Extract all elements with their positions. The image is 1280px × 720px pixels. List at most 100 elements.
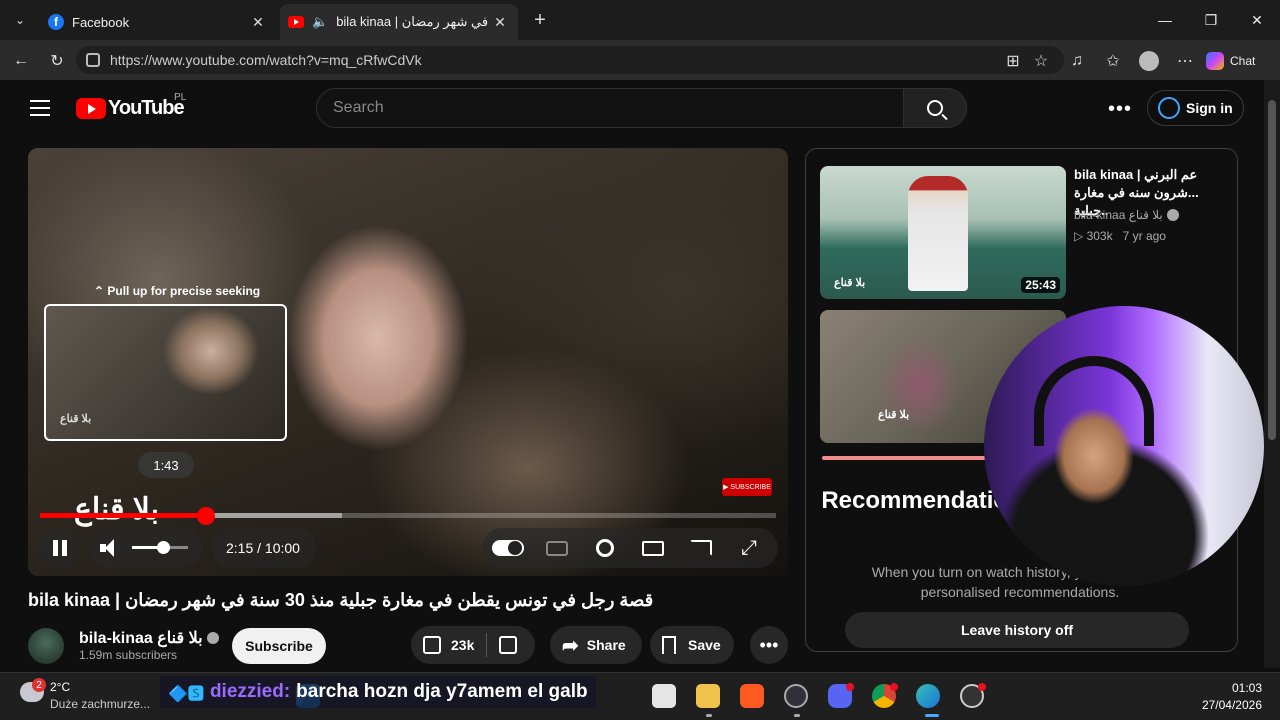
brave-browser-icon[interactable]: [740, 684, 764, 708]
discord-notification-dot: [846, 683, 854, 691]
store-icon[interactable]: [652, 684, 676, 708]
weather-badge: 2: [32, 678, 46, 692]
chat-user-badge: 🔷🆂: [168, 686, 204, 703]
new-tab-icon[interactable]: +: [528, 8, 552, 32]
clock-time: 01:03: [1231, 681, 1262, 695]
url-text: https://www.youtube.com/watch?v=mq_cRfwC…: [110, 52, 422, 68]
autoplay-toggle[interactable]: [492, 540, 524, 556]
url-field[interactable]: https://www.youtube.com/watch?v=mq_cRfwC…: [76, 46, 1064, 74]
profile-icon[interactable]: [1136, 48, 1162, 74]
edge-icon[interactable]: [916, 684, 940, 708]
chat-message: barcha hozn dja y7amem el galb: [296, 681, 588, 702]
settings-gear-icon[interactable]: [593, 536, 617, 560]
volume-icon[interactable]: [100, 539, 122, 557]
share-button[interactable]: ➦ Share: [550, 626, 642, 664]
pause-icon[interactable]: [52, 540, 68, 556]
more-actions-icon[interactable]: •••: [750, 626, 788, 664]
progress-bar[interactable]: [40, 513, 776, 518]
seek-preview-time: 1:43: [138, 452, 194, 478]
scrollbar-thumb[interactable]: [1268, 100, 1276, 440]
copilot-icon: [1206, 52, 1224, 70]
back-icon[interactable]: ←: [8, 48, 34, 74]
recommended-video-thumbnail[interactable]: بلا قناع 25:43: [820, 166, 1066, 299]
close-tab-icon[interactable]: ✕: [490, 14, 510, 31]
like-icon[interactable]: [423, 636, 441, 654]
tab-actions-chevron-icon[interactable]: ⌄: [8, 10, 32, 30]
tab-label: bila kinaa | قصة في شهر رمضان: [336, 14, 490, 29]
scrubber-handle[interactable]: [196, 507, 215, 525]
verified-badge-icon: [206, 632, 219, 644]
temperature[interactable]: 2°C: [50, 680, 70, 694]
recommended-channel[interactable]: bila-kinaa بلا قناع: [1074, 208, 1179, 222]
chrome-notification-dot: [890, 683, 898, 691]
save-label: Save: [688, 637, 721, 653]
thumbnail-watermark: بلا قناع: [878, 409, 910, 421]
tab-facebook[interactable]: f Facebook ✕: [40, 4, 276, 40]
app-available-icon[interactable]: ⊞: [1000, 48, 1026, 74]
taskbar-clock[interactable]: 01:03 27/04/2026: [1196, 680, 1262, 714]
cast-icon[interactable]: [689, 536, 713, 560]
headset-shape: [1034, 356, 1154, 446]
logo-word: YouTube: [108, 97, 185, 119]
close-window-icon[interactable]: ✕: [1234, 0, 1280, 40]
reload-icon[interactable]: ↻: [44, 48, 70, 74]
share-label: Share: [586, 637, 626, 653]
obs-icon[interactable]: [784, 684, 808, 708]
verified-badge-icon: [1166, 209, 1179, 221]
active-indicator: [925, 714, 939, 717]
read-aloud-icon[interactable]: ♫: [1064, 48, 1090, 74]
country-code: PL: [174, 92, 187, 103]
subscribe-overlay-badge[interactable]: ▶ SUBSCRIBE: [722, 478, 772, 496]
video-duration: 25:43: [1021, 277, 1060, 293]
restore-icon[interactable]: ❐: [1188, 0, 1234, 40]
running-indicator: [706, 714, 712, 717]
subscribe-button[interactable]: Subscribe: [232, 628, 326, 664]
right-controls-pill: [482, 528, 778, 568]
sign-in-label: Sign in: [1186, 100, 1233, 116]
minimize-icon[interactable]: —: [1142, 0, 1188, 40]
favorite-star-icon[interactable]: ☆: [1028, 48, 1054, 74]
favorites-icon[interactable]: ✩: [1100, 48, 1126, 74]
video-title: bila kinaa | قصة رجل في تونس يقطن في مغا…: [28, 590, 654, 610]
dislike-icon[interactable]: [499, 636, 518, 654]
site-info-icon[interactable]: [86, 53, 100, 67]
save-button[interactable]: Save: [650, 626, 734, 664]
like-separator: [486, 633, 488, 657]
chatgpt-notification-dot: [978, 683, 986, 691]
search-input[interactable]: Search: [316, 88, 904, 128]
guide-menu-icon[interactable]: [30, 100, 50, 116]
facebook-icon: f: [48, 14, 64, 30]
weather-description[interactable]: Duże zachmurze...: [50, 697, 150, 711]
youtube-logo[interactable]: YouTube PL: [76, 92, 186, 120]
chat-label: Chat: [1230, 54, 1256, 68]
copilot-chat-button[interactable]: Chat: [1206, 48, 1272, 74]
thumbnail-watermark: بلا قناع: [834, 277, 866, 289]
page-scrollbar[interactable]: [1264, 80, 1280, 668]
more-menu-icon[interactable]: ⋯: [1172, 48, 1198, 74]
theater-mode-icon[interactable]: [641, 536, 665, 560]
speaker-icon[interactable]: 🔈: [312, 14, 328, 30]
browser-tab-bar: ⌄ f Facebook ✕ 🔈 bila kinaa | قصة في شهر…: [0, 0, 1280, 40]
video-watermark: بلا قناع: [74, 493, 160, 526]
save-icon: [662, 636, 676, 654]
file-explorer-icon[interactable]: [696, 684, 720, 708]
fullscreen-icon[interactable]: ⤢: [737, 536, 761, 560]
youtube-play-icon: [76, 98, 106, 119]
settings-dots-icon[interactable]: •••: [1108, 98, 1132, 121]
subtitles-icon[interactable]: [545, 536, 569, 560]
like-count[interactable]: 23k: [451, 637, 474, 653]
webcam-overlay: [984, 306, 1264, 586]
search-button[interactable]: [903, 88, 967, 128]
channel-name-link[interactable]: bila-kinaa بلا قناع: [79, 628, 219, 648]
sign-in-button[interactable]: Sign in: [1147, 90, 1244, 126]
channel-avatar[interactable]: [28, 628, 64, 664]
tab-youtube[interactable]: 🔈 bila kinaa | قصة في شهر رمضان ✕: [280, 4, 518, 40]
thumbnail-figure: [908, 176, 968, 291]
chat-username: diezzied:: [209, 681, 291, 702]
close-tab-icon[interactable]: ✕: [248, 14, 268, 31]
like-dislike-group: 23k: [411, 626, 535, 664]
leave-history-off-button[interactable]: Leave history off: [845, 612, 1189, 648]
time-display: 2:15 / 10:00: [226, 540, 300, 556]
volume-knob[interactable]: [156, 541, 170, 554]
recommended-stats: ▷ 303k 7 yr ago: [1074, 229, 1166, 243]
